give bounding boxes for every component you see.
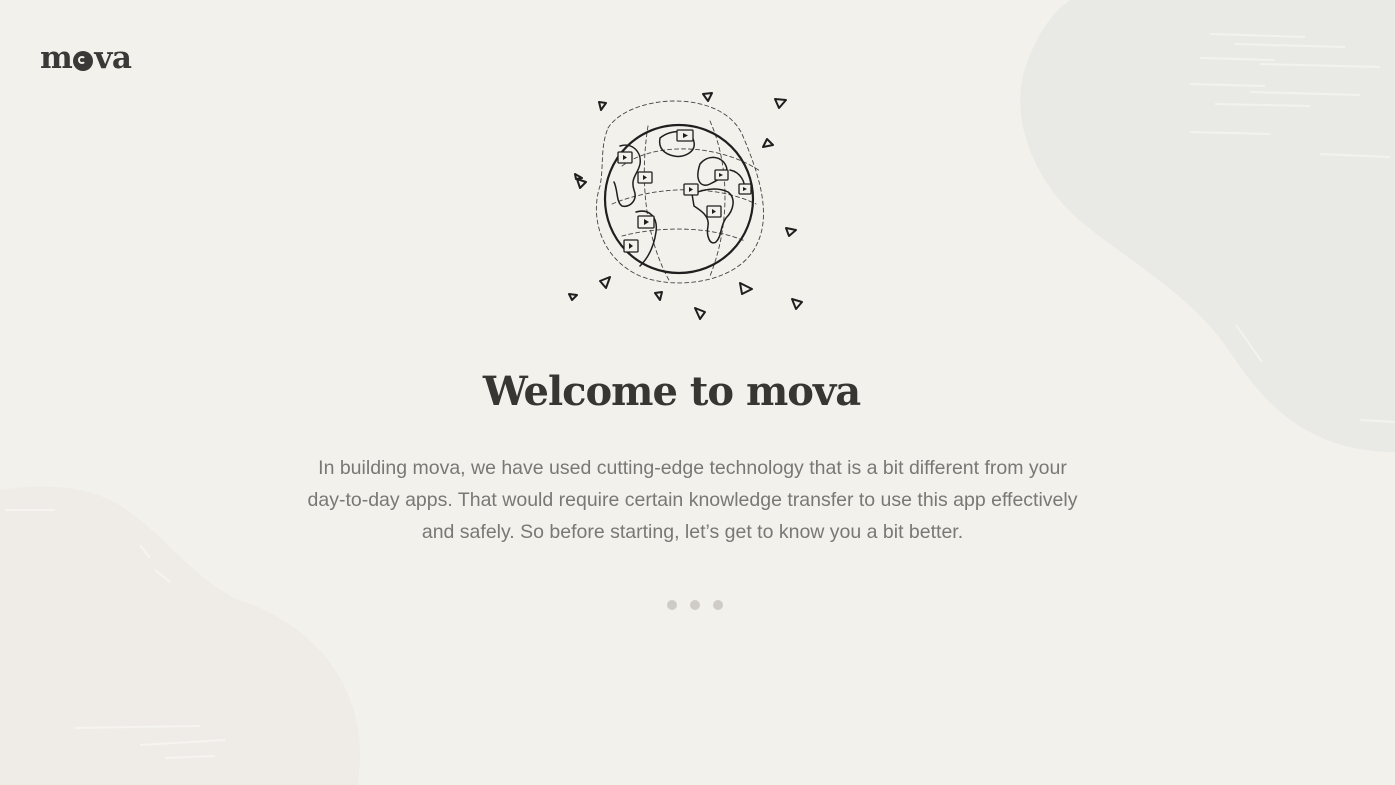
logo-text-start: m xyxy=(40,40,73,76)
mova-logo[interactable]: m va xyxy=(40,36,132,80)
pagination-dot-2[interactable] xyxy=(690,600,700,610)
welcome-title: Welcome to mova xyxy=(482,368,861,415)
pagination-dot-1[interactable] xyxy=(667,600,677,610)
logo-mark-icon xyxy=(73,51,94,71)
globe-illustration xyxy=(568,92,803,320)
welcome-description: In building mova, we have used cutting-e… xyxy=(307,457,1078,543)
logo-text-end: va xyxy=(94,40,132,76)
pagination-dots xyxy=(667,600,723,610)
pagination-dot-3[interactable] xyxy=(713,600,723,610)
